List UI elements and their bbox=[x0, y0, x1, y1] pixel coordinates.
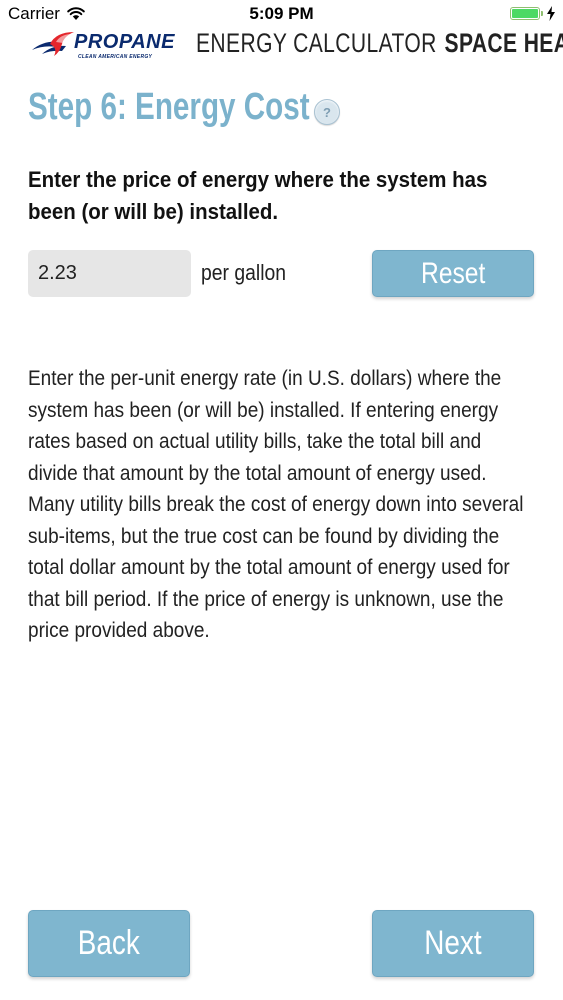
battery-tip bbox=[541, 11, 543, 16]
reset-button[interactable]: Reset bbox=[372, 250, 534, 297]
app-title: ENERGY CALCULATORSPACE HEATERS bbox=[196, 28, 563, 59]
next-button[interactable]: Next bbox=[372, 910, 534, 977]
instruction-text: Enter the price of energy where the syst… bbox=[28, 167, 488, 224]
help-button[interactable]: ? bbox=[314, 99, 340, 125]
reset-button-label: Reset bbox=[420, 256, 486, 290]
flame-flag-icon bbox=[32, 32, 74, 56]
app-header: PROPANE CLEAN AMERICAN ENERGY ENERGY CAL… bbox=[0, 26, 563, 70]
propane-logo: PROPANE CLEAN AMERICAN ENERGY bbox=[30, 28, 178, 62]
app-title-light: ENERGY CALCULATOR bbox=[196, 28, 437, 58]
screen: Carrier 5:09 PM PROPANE CLEAN AMERICAN E… bbox=[0, 0, 563, 1000]
status-bar: Carrier 5:09 PM bbox=[0, 0, 563, 28]
unit-label: per gallon bbox=[201, 260, 287, 285]
battery-fill bbox=[512, 9, 538, 18]
battery-icon bbox=[510, 7, 540, 20]
back-button-label: Back bbox=[78, 924, 140, 962]
logo-tagline: CLEAN AMERICAN ENERGY bbox=[78, 54, 153, 60]
app-title-bold: SPACE HEATERS bbox=[444, 28, 563, 58]
back-button[interactable]: Back bbox=[28, 910, 190, 977]
energy-price-input[interactable] bbox=[28, 250, 191, 297]
logo-wordmark: PROPANE bbox=[74, 31, 175, 53]
next-button-label: Next bbox=[424, 924, 482, 962]
charging-bolt-icon bbox=[547, 6, 555, 21]
question-mark-icon: ? bbox=[323, 104, 331, 120]
description-text: Enter the per-unit energy rate (in U.S. … bbox=[28, 367, 524, 642]
clock-label: 5:09 PM bbox=[249, 4, 314, 23]
step-heading: Step 6: Energy Cost bbox=[28, 86, 310, 128]
